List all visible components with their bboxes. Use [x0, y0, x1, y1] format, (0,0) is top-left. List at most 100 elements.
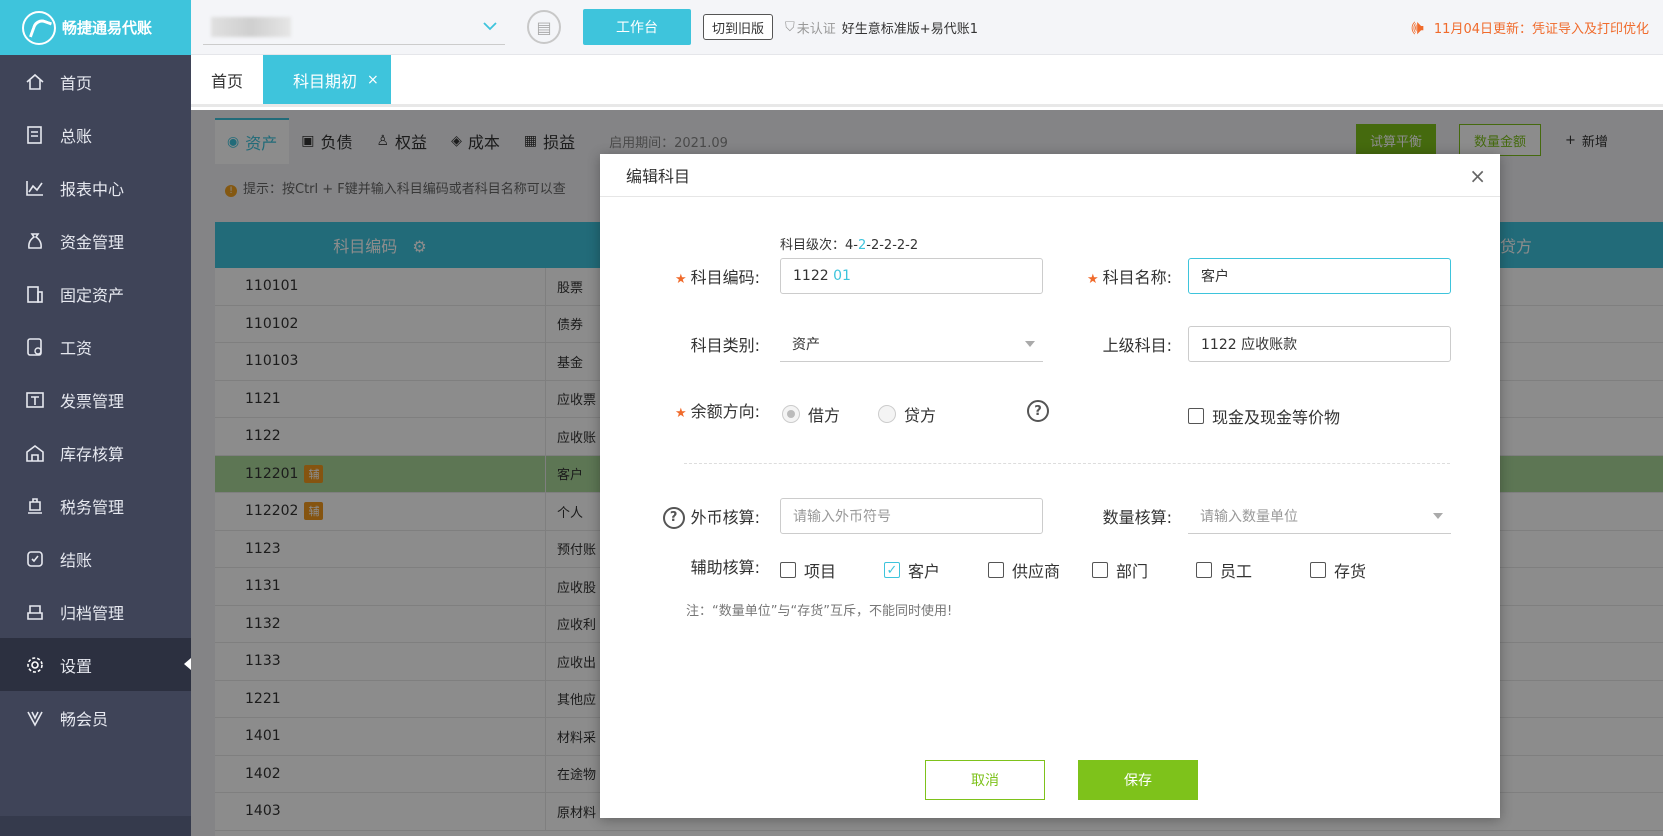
help-icon[interactable]: ? [662, 507, 685, 529]
aux-option-employee[interactable]: 员工 [1196, 558, 1252, 582]
payroll-icon [24, 336, 46, 358]
sidebar-item-archive[interactable]: 归档管理 [0, 585, 191, 638]
sidebar-item-label: 资金管理 [60, 232, 125, 252]
aux-option-label: 员工 [1220, 562, 1253, 581]
sidebar-item-label: 工资 [60, 338, 93, 358]
page-tabs: 首页 科目期初 × [191, 55, 1663, 107]
sidebar-item-label: 报表中心 [60, 179, 125, 199]
qty-label: 数量核算: [1102, 508, 1172, 527]
type-label: 科目类别: [690, 336, 760, 355]
cash-equivalent-checkbox[interactable]: 现金及现金等价物 [1188, 404, 1340, 428]
app-logo[interactable]: 畅捷通易代账 [0, 0, 191, 55]
aux-option-label: 客户 [908, 562, 941, 581]
edition-label: 好生意标准版+易代账1 [841, 21, 978, 37]
sidebar-item-label: 税务管理 [60, 497, 125, 517]
required-star-icon: ★ [674, 406, 687, 421]
certification-status[interactable]: ⛉ 未认证 [785, 18, 836, 37]
tab-label: 首页 [211, 71, 244, 91]
dialog-title: 编辑科目 [626, 167, 691, 186]
checkbox-icon [1196, 562, 1212, 578]
switch-old-version-button[interactable]: 切到旧版 [703, 14, 774, 40]
chevron-down-icon [483, 19, 497, 35]
sidebar-collapse-bar[interactable] [0, 816, 191, 836]
save-button[interactable]: 保存 [1078, 760, 1198, 800]
top-bar: ▤ 工作台 切到旧版 ⛉ 未认证 好生意标准版+易代账1 🕪 11月04日更新：… [191, 0, 1663, 55]
money-bag-icon [24, 230, 46, 252]
debit-radio[interactable]: 借方 [782, 402, 840, 426]
quantity-unit-select[interactable]: 请输入数量单位 [1188, 498, 1451, 534]
sidebar-item-fixed-assets[interactable]: 固定资产 [0, 267, 191, 320]
sidebar-item-label: 归档管理 [60, 603, 125, 623]
sidebar-item-label: 库存核算 [60, 444, 125, 464]
chart-icon [24, 177, 46, 199]
subject-code-field[interactable]: 1122 01 [780, 258, 1043, 294]
section-divider [684, 463, 1450, 464]
checkbox-icon [1310, 562, 1326, 578]
aux-option-supplier[interactable]: 供应商 [988, 558, 1060, 582]
fx-label: 外币核算: [690, 508, 760, 527]
radio-icon [782, 405, 800, 423]
home-icon [24, 71, 46, 93]
parent-label: 上级科目: [1102, 336, 1172, 355]
type-value: 资产 [792, 336, 820, 353]
radio-icon [878, 405, 896, 423]
update-notice[interactable]: 🕪 11月04日更新：凭证导入及打印优化 [1411, 15, 1649, 39]
aux-option-project[interactable]: 项目 [780, 558, 836, 582]
sidebar-item-ledger[interactable]: 总账 [0, 108, 191, 161]
sidebar-item-funds[interactable]: 资金管理 [0, 214, 191, 267]
currency-field[interactable]: 请输入外币符号 [780, 498, 1043, 534]
sidebar-item-inventory[interactable]: 库存核算 [0, 426, 191, 479]
debit-label: 借方 [808, 406, 841, 425]
account-selector[interactable] [203, 9, 505, 45]
archive-icon [24, 601, 46, 623]
sidebar-item-home[interactable]: 首页 [0, 55, 191, 108]
tab-subject-opening[interactable]: 科目期初 × [263, 55, 391, 104]
parent-subject-field[interactable]: 1122 应收账款 [1188, 326, 1451, 362]
checkbox-icon [780, 562, 796, 578]
close-icon[interactable]: × [1469, 164, 1486, 188]
chevron-down-icon [1433, 512, 1443, 519]
code-label-wrap: ★ 科目编码: [660, 260, 760, 298]
speaker-icon: 🕪 [1411, 15, 1424, 39]
cash-label: 现金及现金等价物 [1212, 408, 1341, 427]
aux-option-department[interactable]: 部门 [1092, 558, 1148, 582]
close-icon[interactable]: × [367, 72, 379, 88]
dialog-header: 编辑科目 × [600, 154, 1500, 197]
credit-radio[interactable]: 贷方 [878, 402, 936, 426]
level-part-c: -2-2-2-2 [866, 238, 919, 253]
sidebar-item-vip[interactable]: 畅会员 [0, 691, 191, 744]
logo-text: 畅捷通易代账 [62, 19, 153, 37]
tab-home[interactable]: 首页 [191, 55, 263, 104]
subject-type-select[interactable]: 资产 [780, 326, 1043, 362]
aux-option-inventory[interactable]: 存货 [1310, 558, 1366, 582]
sidebar-item-payroll[interactable]: 工资 [0, 320, 191, 373]
sidebar-item-invoices[interactable]: 发票管理 [0, 373, 191, 426]
cancel-button[interactable]: 取消 [925, 760, 1045, 800]
aux-option-customer[interactable]: ✓ 客户 [884, 558, 940, 582]
credit-label: 贷方 [904, 406, 937, 425]
aux-option-label: 存货 [1334, 562, 1367, 581]
sidebar-item-label: 设置 [60, 656, 93, 676]
code-suffix: 01 [833, 268, 851, 284]
gear-icon [24, 654, 46, 676]
workbench-button[interactable]: 工作台 [583, 9, 691, 45]
exclusive-note: 注：“数量单位”与“存货”互斥，不能同时使用! [686, 604, 953, 619]
sidebar-item-settings[interactable]: 设置 [0, 638, 191, 691]
warehouse-icon [24, 442, 46, 464]
sidebar-item-close[interactable]: 结账 [0, 532, 191, 585]
notice-text: 11月04日更新：凭证导入及打印优化 [1433, 21, 1649, 37]
aux-option-label: 部门 [1116, 562, 1149, 581]
aux-label: 辅助核算: [690, 558, 760, 577]
sidebar-item-reports[interactable]: 报表中心 [0, 161, 191, 214]
subject-level: 科目级次：4-2-2-2-2-2 [780, 234, 918, 253]
sidebar-item-tax[interactable]: 税务管理 [0, 479, 191, 532]
chevron-down-icon [1025, 340, 1035, 347]
calendar-icon[interactable]: ▤ [527, 10, 561, 44]
help-icon[interactable]: ? [1027, 400, 1049, 422]
edit-subject-dialog: 编辑科目 × 科目级次：4-2-2-2-2-2 ★ 科目编码: 1122 01 ★… [600, 154, 1500, 818]
cert-label: 未认证 [796, 21, 836, 37]
required-star-icon: ★ [674, 272, 687, 287]
sidebar-item-label: 畅会员 [60, 709, 109, 729]
tab-label: 科目期初 [293, 71, 358, 91]
subject-name-field[interactable]: 客户 [1188, 258, 1451, 294]
